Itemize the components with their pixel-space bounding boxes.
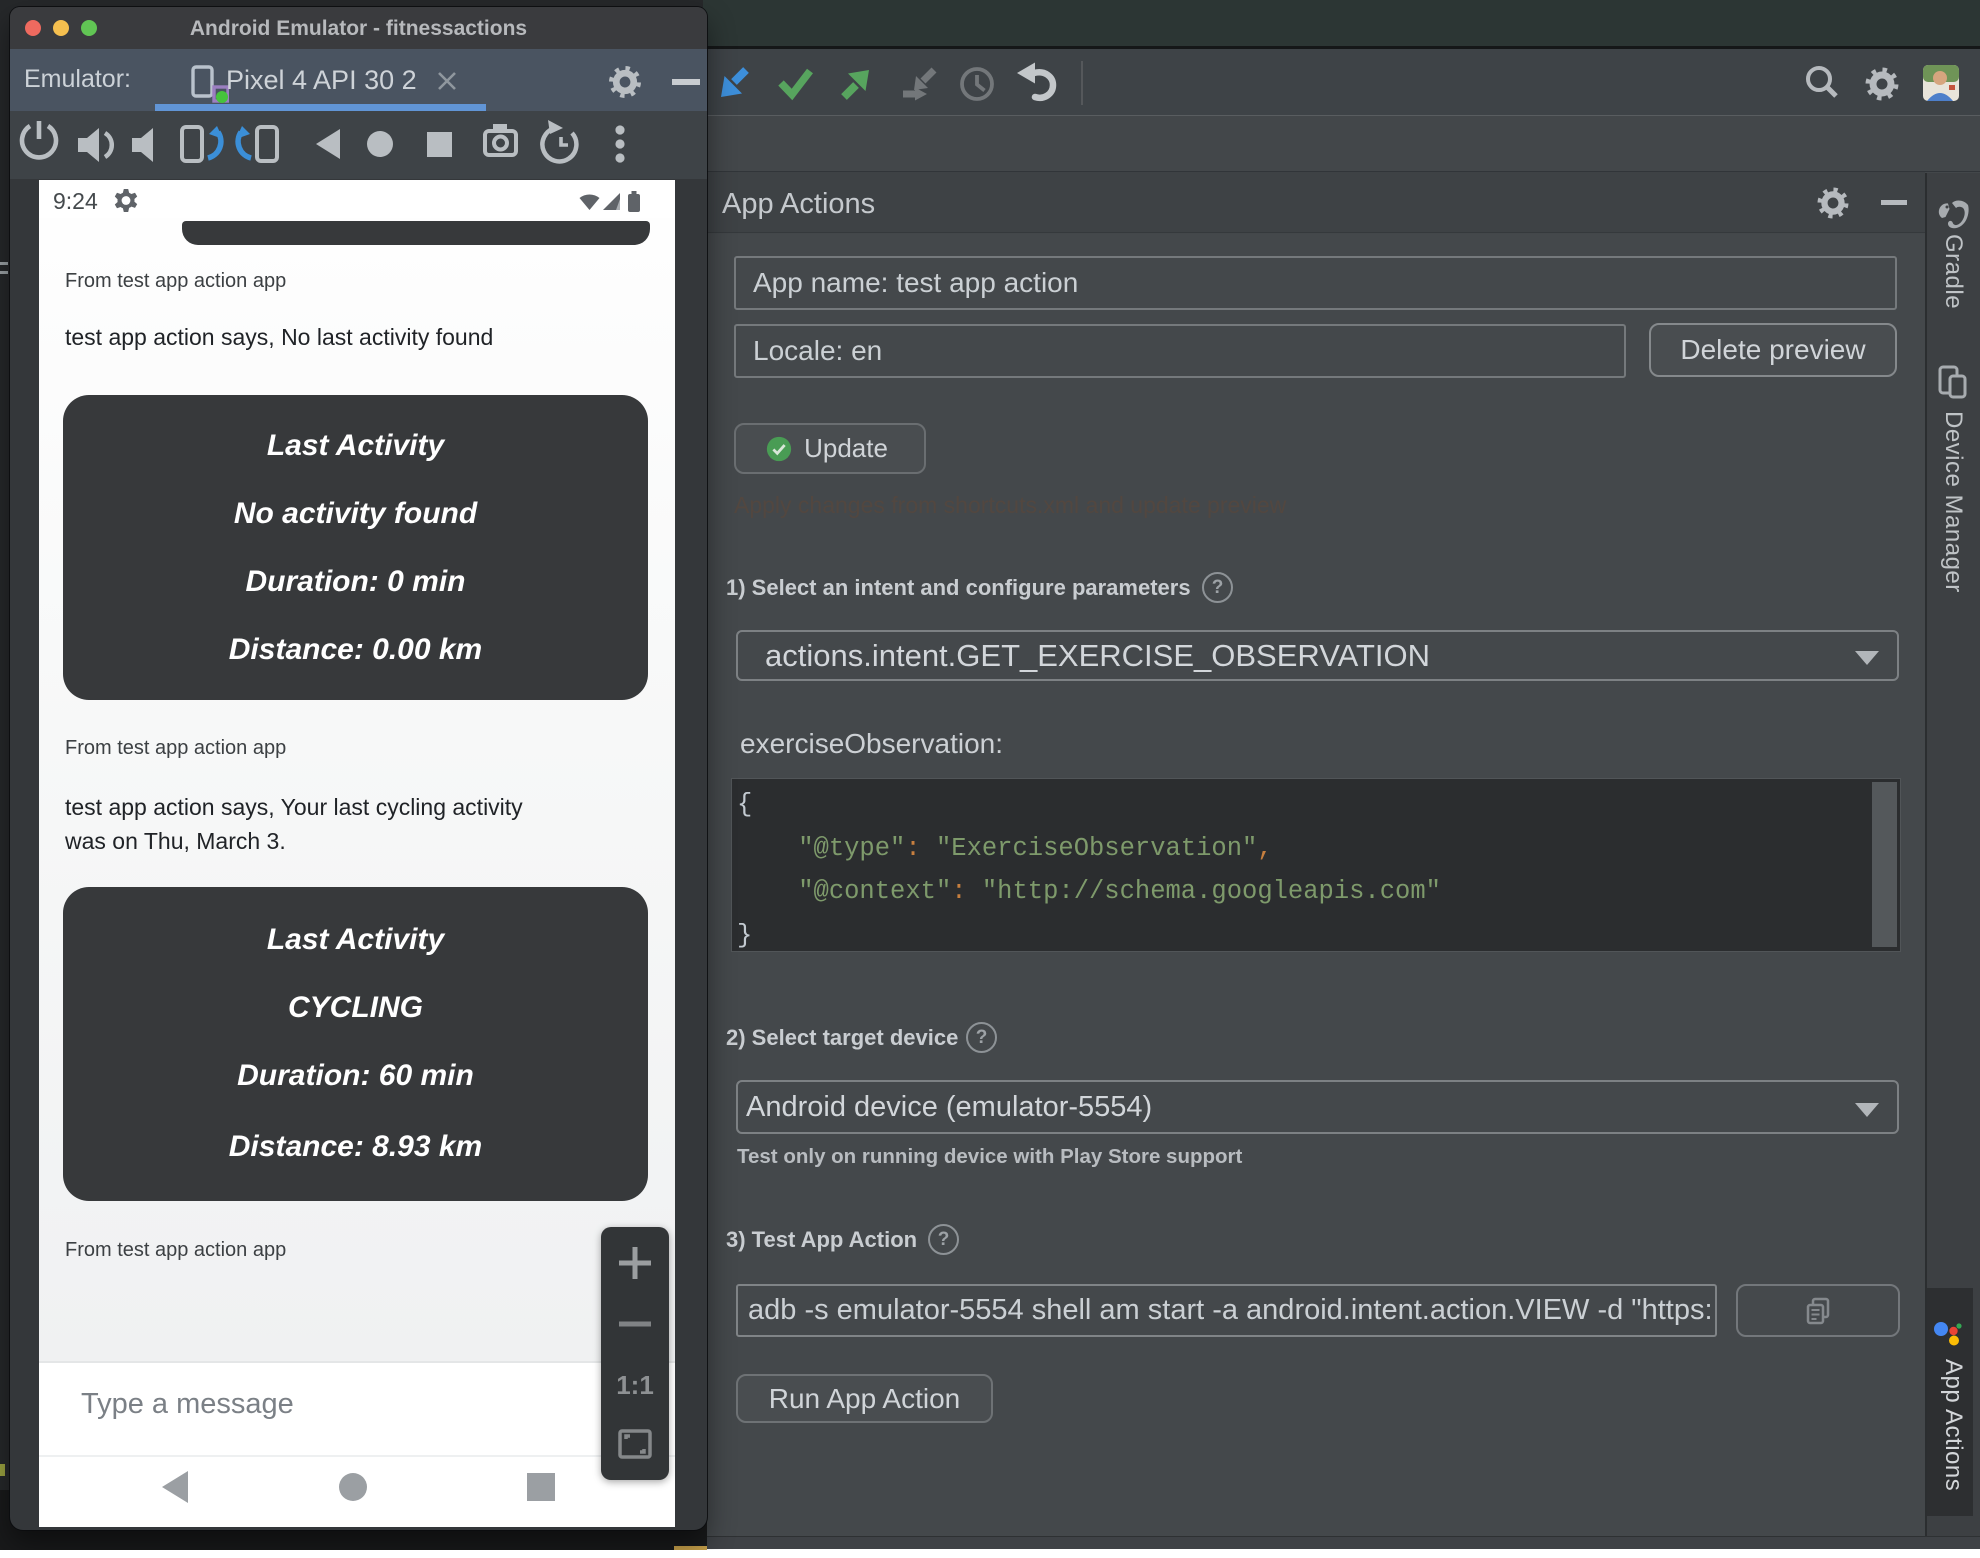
- svg-text:1:1: 1:1: [616, 1370, 654, 1400]
